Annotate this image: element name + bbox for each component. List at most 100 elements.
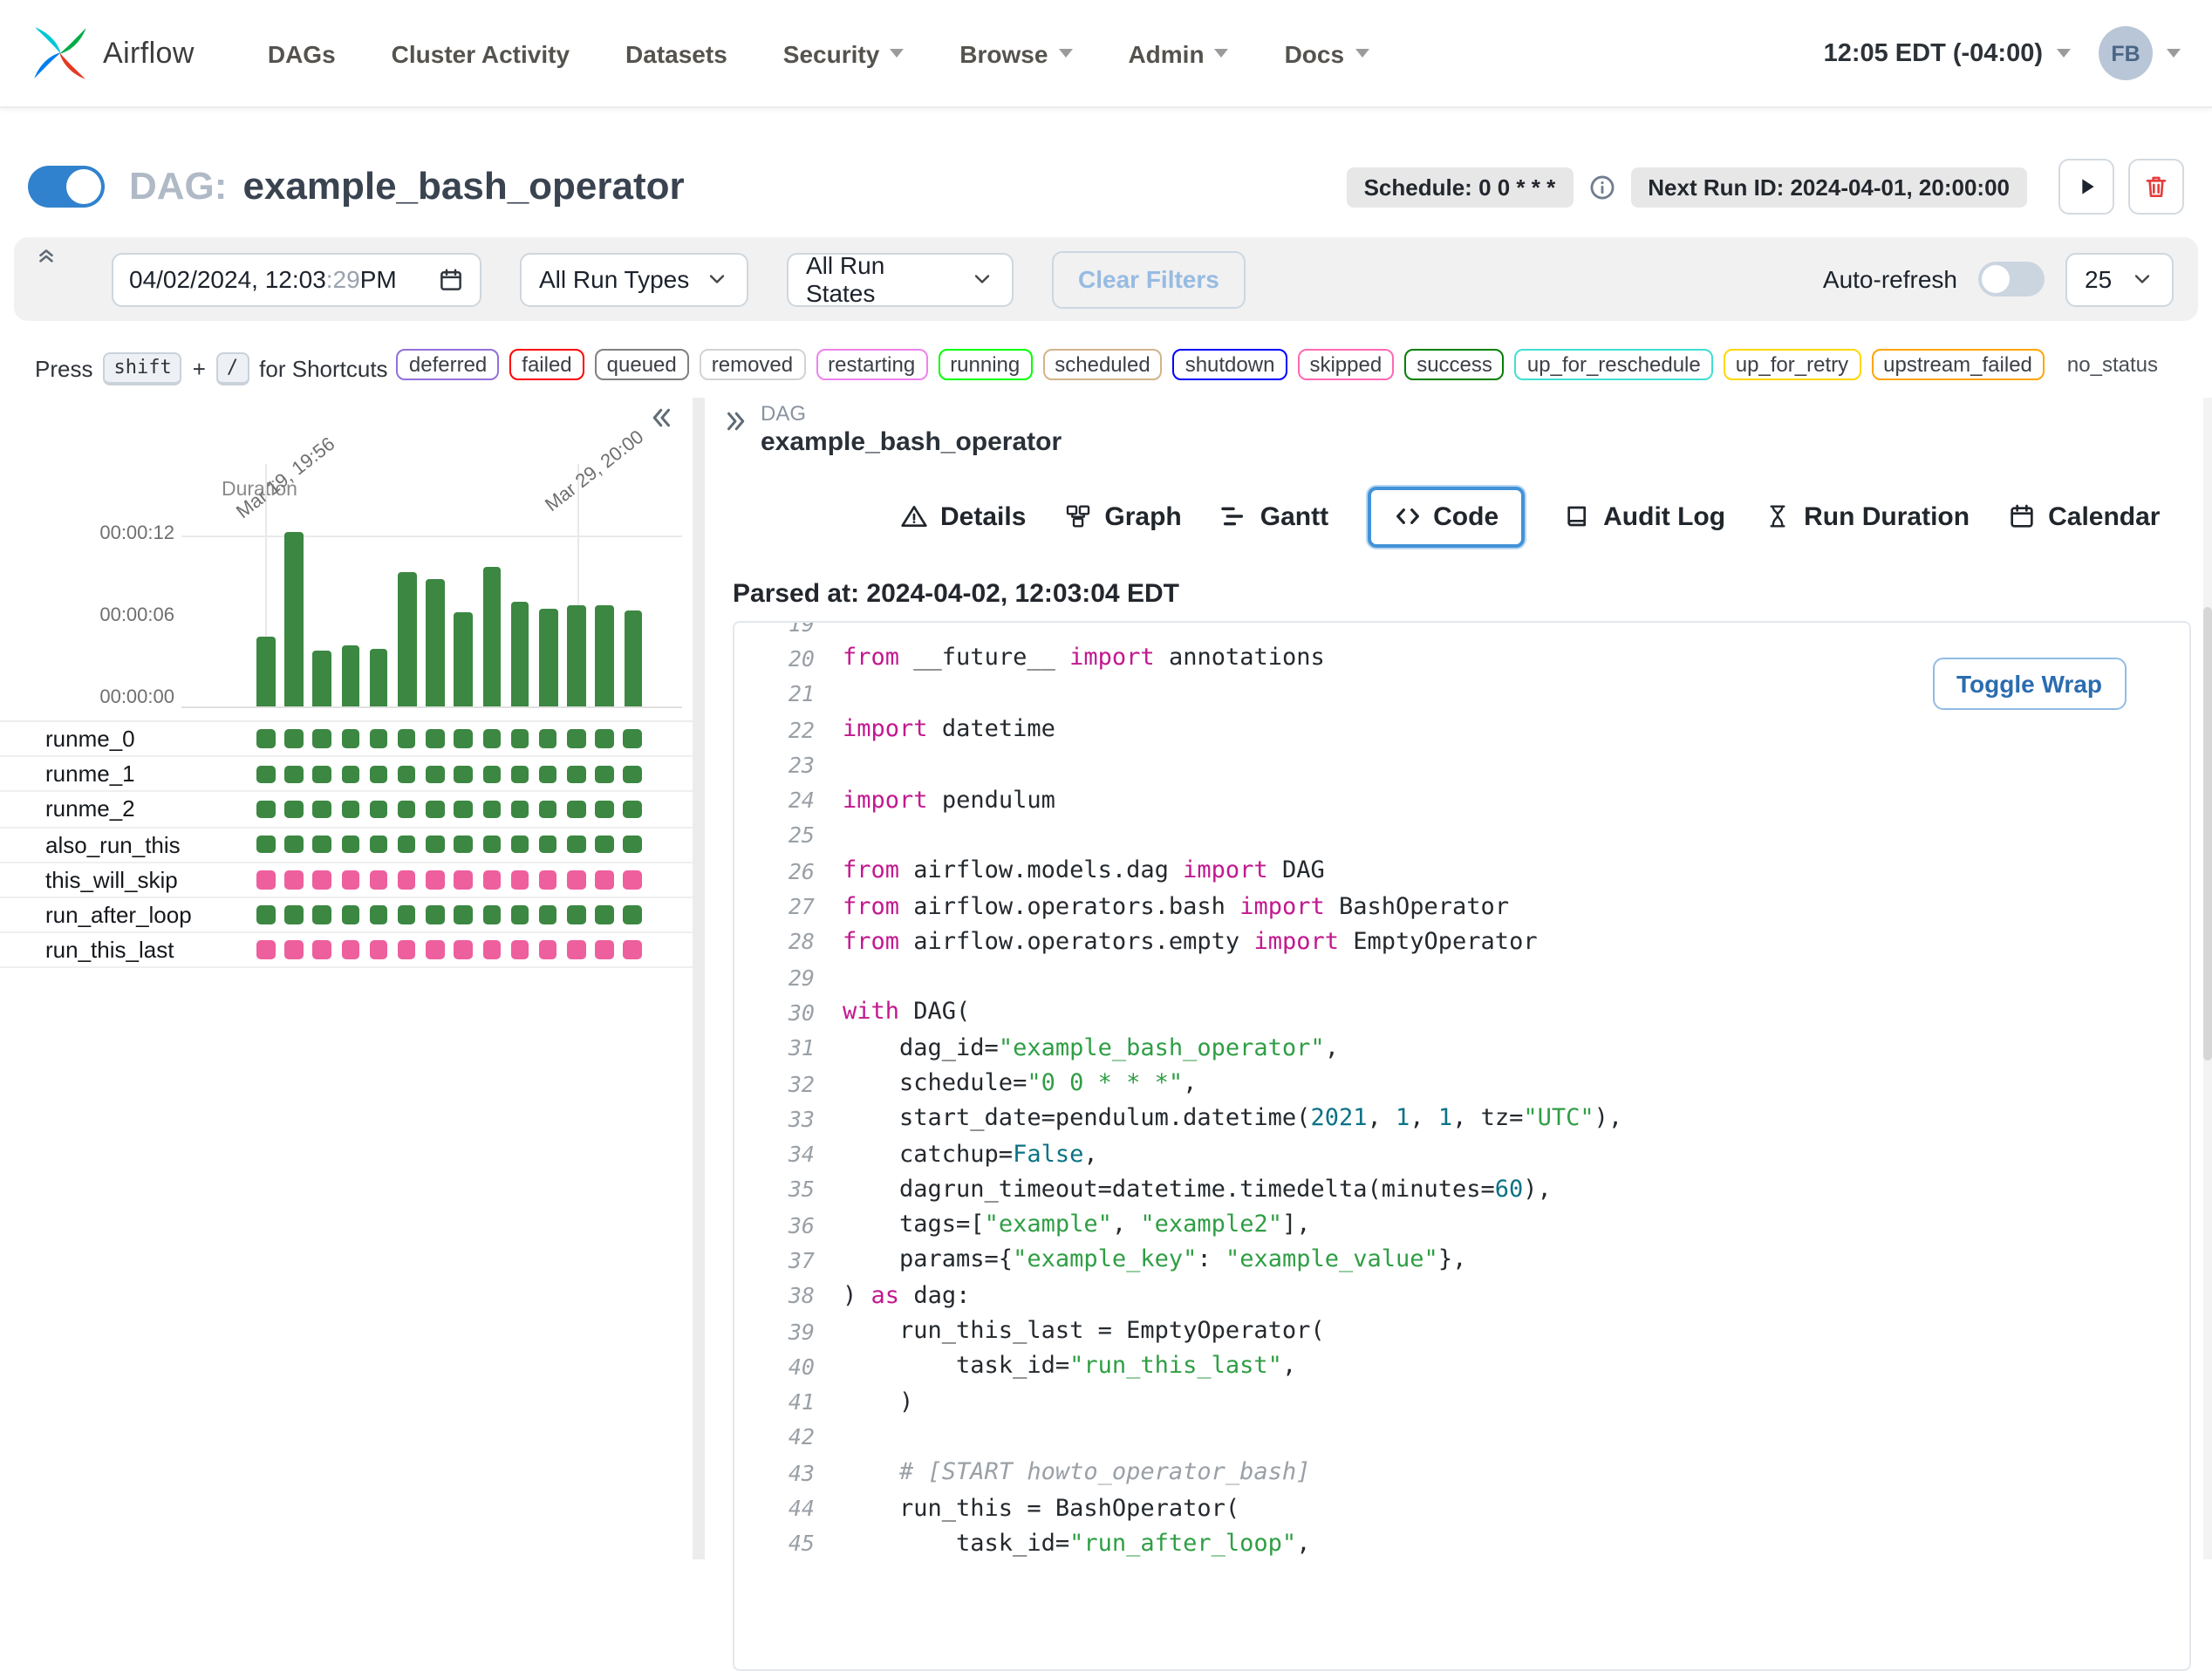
task-instance-skipped[interactable] (256, 940, 275, 959)
toggle-wrap-button[interactable]: Toggle Wrap (1932, 658, 2127, 710)
task-label-this_will_skip[interactable]: this_will_skip (45, 867, 178, 893)
tab-calendar[interactable]: Calendar (2008, 501, 2161, 531)
task-instance-success[interactable] (284, 905, 304, 924)
legend-up_for_reschedule[interactable]: up_for_reschedule (1514, 349, 1713, 380)
task-instance-skipped[interactable] (482, 940, 501, 959)
task-instance-success[interactable] (341, 835, 360, 854)
nav-item-cluster-activity[interactable]: Cluster Activity (392, 39, 570, 67)
task-instance-success[interactable] (284, 800, 304, 819)
nav-item-docs[interactable]: Docs (1285, 39, 1369, 67)
tab-run-duration[interactable]: Run Duration (1764, 501, 1970, 531)
task-instance-success[interactable] (510, 765, 529, 784)
task-instance-success[interactable] (482, 905, 501, 924)
task-instance-success[interactable] (426, 729, 445, 748)
task-instance-success[interactable] (256, 765, 275, 784)
legend-scheduled[interactable]: scheduled (1042, 349, 1163, 380)
breadcrumb[interactable]: DAG (761, 401, 806, 426)
run-states-select[interactable]: All Run States (787, 251, 1014, 307)
task-instance-success[interactable] (312, 905, 331, 924)
task-instance-skipped[interactable] (341, 870, 360, 890)
trigger-dag-button[interactable] (2058, 159, 2114, 215)
task-instance-skipped[interactable] (284, 940, 304, 959)
task-instance-skipped[interactable] (426, 940, 445, 959)
duration-bar[interactable] (482, 567, 502, 706)
duration-bar[interactable] (256, 637, 275, 706)
task-instance-success[interactable] (567, 905, 586, 924)
legend-queued[interactable]: queued (594, 349, 689, 380)
task-instance-success[interactable] (341, 905, 360, 924)
task-instance-success[interactable] (482, 835, 501, 854)
task-instance-success[interactable] (482, 729, 501, 748)
task-instance-success[interactable] (341, 800, 360, 819)
task-instance-success[interactable] (369, 729, 388, 748)
grid-panel-scrollbar[interactable] (693, 398, 705, 1559)
task-instance-success[interactable] (538, 905, 557, 924)
panel-expand-button[interactable] (722, 408, 748, 434)
task-instance-success[interactable] (284, 765, 304, 784)
brand-home-link[interactable]: Airflow (31, 24, 195, 82)
task-instance-skipped[interactable] (595, 870, 614, 890)
nav-item-datasets[interactable]: Datasets (625, 39, 727, 67)
task-instance-success[interactable] (510, 905, 529, 924)
panel-collapse-button[interactable] (649, 405, 675, 431)
legend-shutdown[interactable]: shutdown (1172, 349, 1287, 380)
task-instance-success[interactable] (482, 765, 501, 784)
task-instance-success[interactable] (567, 729, 586, 748)
legend-restarting[interactable]: restarting (816, 349, 928, 380)
task-instance-skipped[interactable] (341, 940, 360, 959)
task-instance-skipped[interactable] (312, 940, 331, 959)
dag-pause-toggle[interactable] (28, 166, 105, 208)
task-instance-skipped[interactable] (538, 870, 557, 890)
page-scrollbar[interactable] (2203, 398, 2212, 1559)
task-instance-skipped[interactable] (454, 940, 473, 959)
task-instance-skipped[interactable] (284, 870, 304, 890)
task-instance-success[interactable] (312, 765, 331, 784)
task-instance-success[interactable] (454, 835, 473, 854)
legend-success[interactable]: success (1404, 349, 1505, 380)
tab-details[interactable]: Details (900, 501, 1026, 531)
task-instance-success[interactable] (426, 835, 445, 854)
nav-item-admin[interactable]: Admin (1128, 39, 1229, 67)
task-instance-skipped[interactable] (369, 940, 388, 959)
task-instance-success[interactable] (538, 765, 557, 784)
task-instance-success[interactable] (369, 905, 388, 924)
task-instance-skipped[interactable] (567, 870, 586, 890)
legend-removed[interactable]: removed (699, 349, 806, 380)
task-instance-success[interactable] (397, 835, 416, 854)
task-instance-skipped[interactable] (312, 870, 331, 890)
task-instance-success[interactable] (538, 800, 557, 819)
task-instance-success[interactable] (426, 765, 445, 784)
duration-bar[interactable] (369, 648, 388, 706)
task-label-run_after_loop[interactable]: run_after_loop (45, 902, 192, 928)
task-instance-success[interactable] (341, 729, 360, 748)
task-instance-skipped[interactable] (369, 870, 388, 890)
base-date-input[interactable]: 04/02/2024, 12:03:29 PM (112, 252, 481, 306)
task-instance-success[interactable] (369, 765, 388, 784)
schedule-badge[interactable]: Schedule: 0 0 * * * (1346, 167, 1574, 207)
duration-bar[interactable] (398, 572, 416, 706)
task-instance-success[interactable] (567, 765, 586, 784)
legend-failed[interactable]: failed (509, 349, 584, 380)
task-instance-success[interactable] (284, 835, 304, 854)
task-instance-success[interactable] (312, 800, 331, 819)
duration-bar[interactable] (567, 605, 586, 706)
task-instance-success[interactable] (454, 765, 473, 784)
task-instance-success[interactable] (256, 729, 275, 748)
task-instance-success[interactable] (369, 835, 388, 854)
user-menu[interactable]: FB (2099, 26, 2181, 80)
nav-item-browse[interactable]: Browse (959, 39, 1073, 67)
task-instance-success[interactable] (595, 905, 614, 924)
duration-bar[interactable] (341, 645, 360, 706)
task-instance-skipped[interactable] (510, 940, 529, 959)
duration-bar[interactable] (539, 608, 557, 706)
task-instance-skipped[interactable] (623, 940, 642, 959)
task-instance-success[interactable] (397, 729, 416, 748)
task-instance-skipped[interactable] (567, 940, 586, 959)
collapse-filters-button[interactable] (35, 246, 58, 269)
task-instance-skipped[interactable] (397, 870, 416, 890)
task-instance-success[interactable] (397, 800, 416, 819)
task-label-also_run_this[interactable]: also_run_this (45, 831, 181, 857)
task-instance-success[interactable] (538, 835, 557, 854)
duration-bar[interactable] (595, 605, 614, 706)
task-instance-success[interactable] (595, 765, 614, 784)
